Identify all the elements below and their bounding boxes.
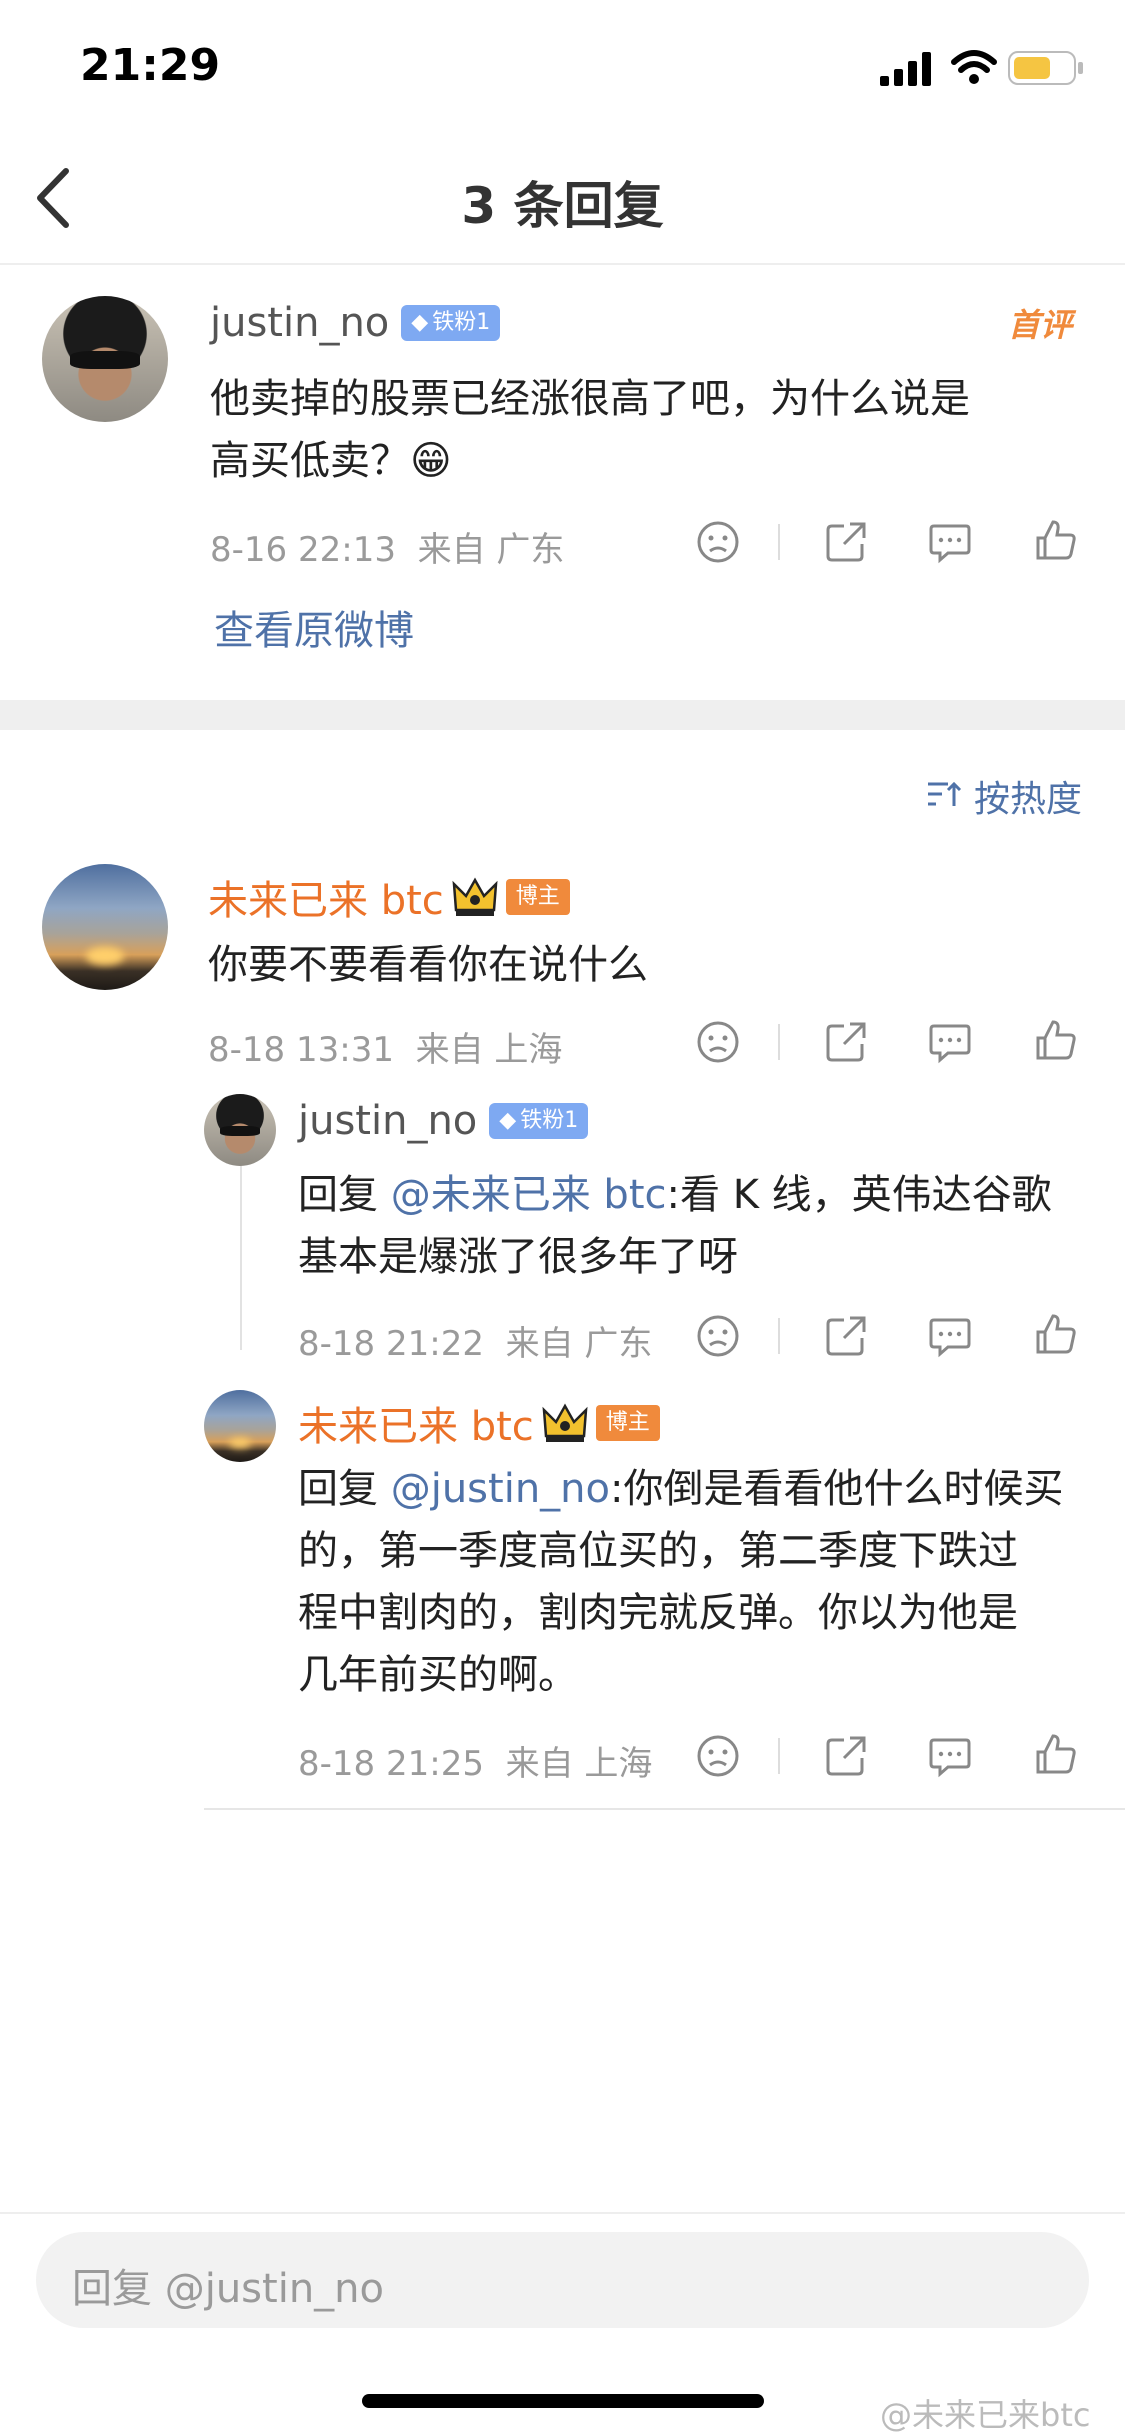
first-comment-tag: 首评 — [1008, 306, 1073, 344]
comment-icon[interactable] — [928, 1020, 972, 1064]
reply-meta: 8-18 13:31 来自 上海 — [208, 1030, 563, 1070]
comment-text-line2: 高买低卖？😁 — [210, 438, 452, 484]
reply-user-row: 未来已来 btc 博主 — [298, 1394, 660, 1452]
battery-icon — [1008, 51, 1083, 85]
share-icon[interactable] — [824, 1020, 868, 1064]
dislike-face-icon[interactable] — [696, 1314, 740, 1358]
comment-text-line: 他卖掉的股票已经涨很高了吧，为什么说是 — [210, 376, 970, 422]
thread-end-divider — [204, 1808, 1125, 1810]
fan-badge: ◆ 铁粉1 — [489, 1103, 589, 1139]
mention-link[interactable]: @未来已来 btc — [391, 1172, 667, 1218]
signal-icon — [880, 52, 931, 86]
comment-icon[interactable] — [928, 1314, 972, 1358]
share-icon[interactable] — [824, 1314, 868, 1358]
username[interactable]: justin_no — [210, 300, 389, 346]
like-icon[interactable] — [1034, 1018, 1078, 1062]
status-time: 21:29 — [80, 40, 221, 91]
username[interactable]: 未来已来 btc — [298, 1394, 534, 1452]
home-indicator[interactable] — [362, 2394, 764, 2408]
crown-icon — [452, 877, 498, 916]
reply-text-line: 回复 @未来已来 btc:看 K 线，英伟达谷歌 — [298, 1172, 1052, 1218]
avatar[interactable] — [42, 864, 168, 990]
reply-user-row: justin_no ◆ 铁粉1 — [298, 1098, 589, 1144]
fan-badge: ◆ 铁粉1 — [401, 305, 501, 341]
reply-user-row: 未来已来 btc 博主 — [208, 868, 570, 926]
watermark: @未来已来btc — [880, 2396, 1091, 2434]
sort-icon[interactable] — [926, 780, 962, 810]
input-bar-border — [0, 2212, 1125, 2214]
like-icon[interactable] — [1034, 518, 1078, 562]
dislike-face-icon[interactable] — [696, 520, 740, 564]
dislike-face-icon[interactable] — [696, 1734, 740, 1778]
share-icon[interactable] — [824, 1734, 868, 1778]
reply-text-line: 基本是爆涨了很多年了呀 — [298, 1234, 738, 1280]
dislike-face-icon[interactable] — [696, 1020, 740, 1064]
like-icon[interactable] — [1034, 1312, 1078, 1356]
page-title: 3 条回复 — [461, 177, 664, 235]
divider — [778, 1738, 780, 1774]
avatar[interactable] — [204, 1094, 276, 1166]
crown-icon — [542, 1403, 588, 1442]
like-icon[interactable] — [1034, 1732, 1078, 1776]
comment-icon[interactable] — [928, 520, 972, 564]
mention-link[interactable]: @justin_no — [391, 1466, 610, 1512]
reply-meta: 8-18 21:25 来自 上海 — [298, 1744, 653, 1784]
avatar[interactable] — [42, 296, 168, 422]
reply-text-line: 的，第一季度高位买的，第二季度下跌过 — [298, 1528, 1018, 1574]
username[interactable]: 未来已来 btc — [208, 868, 444, 926]
share-icon[interactable] — [824, 520, 868, 564]
reply-text: 你要不要看看你在说什么 — [208, 942, 648, 988]
diamond-icon: ◆ — [411, 310, 429, 335]
sort-by-hot[interactable]: 按热度 — [974, 770, 1082, 822]
root-user-row: justin_no ◆ 铁粉1 — [210, 300, 501, 346]
wifi-icon — [951, 50, 997, 84]
comment-icon[interactable] — [928, 1734, 972, 1778]
comment-meta: 8-16 22:13 来自 广东 — [210, 530, 565, 570]
reply-text-line: 回复 @justin_no:你倒是看看他什么时候买 — [298, 1466, 1064, 1512]
nav-divider — [0, 263, 1125, 265]
reply-text-line: 程中割肉的，割肉完就反弹。你以为他是 — [298, 1590, 1018, 1636]
host-badge: 博主 — [505, 879, 570, 915]
section-divider — [0, 700, 1125, 730]
grin-emoji: 😁 — [410, 438, 452, 484]
avatar[interactable] — [204, 1390, 276, 1462]
reply-input-placeholder: 回复 @justin_no — [72, 2266, 384, 2312]
divider — [778, 1024, 780, 1060]
host-badge: 博主 — [595, 1405, 660, 1441]
divider — [778, 1318, 780, 1354]
divider — [778, 524, 780, 560]
view-original-post-link[interactable]: 查看原微博 — [214, 598, 414, 656]
reply-text-line: 几年前买的啊。 — [298, 1652, 578, 1698]
diamond-icon: ◆ — [499, 1108, 517, 1133]
reply-meta: 8-18 21:22 来自 广东 — [298, 1324, 653, 1364]
username[interactable]: justin_no — [298, 1098, 477, 1144]
thread-line — [240, 1155, 242, 1350]
